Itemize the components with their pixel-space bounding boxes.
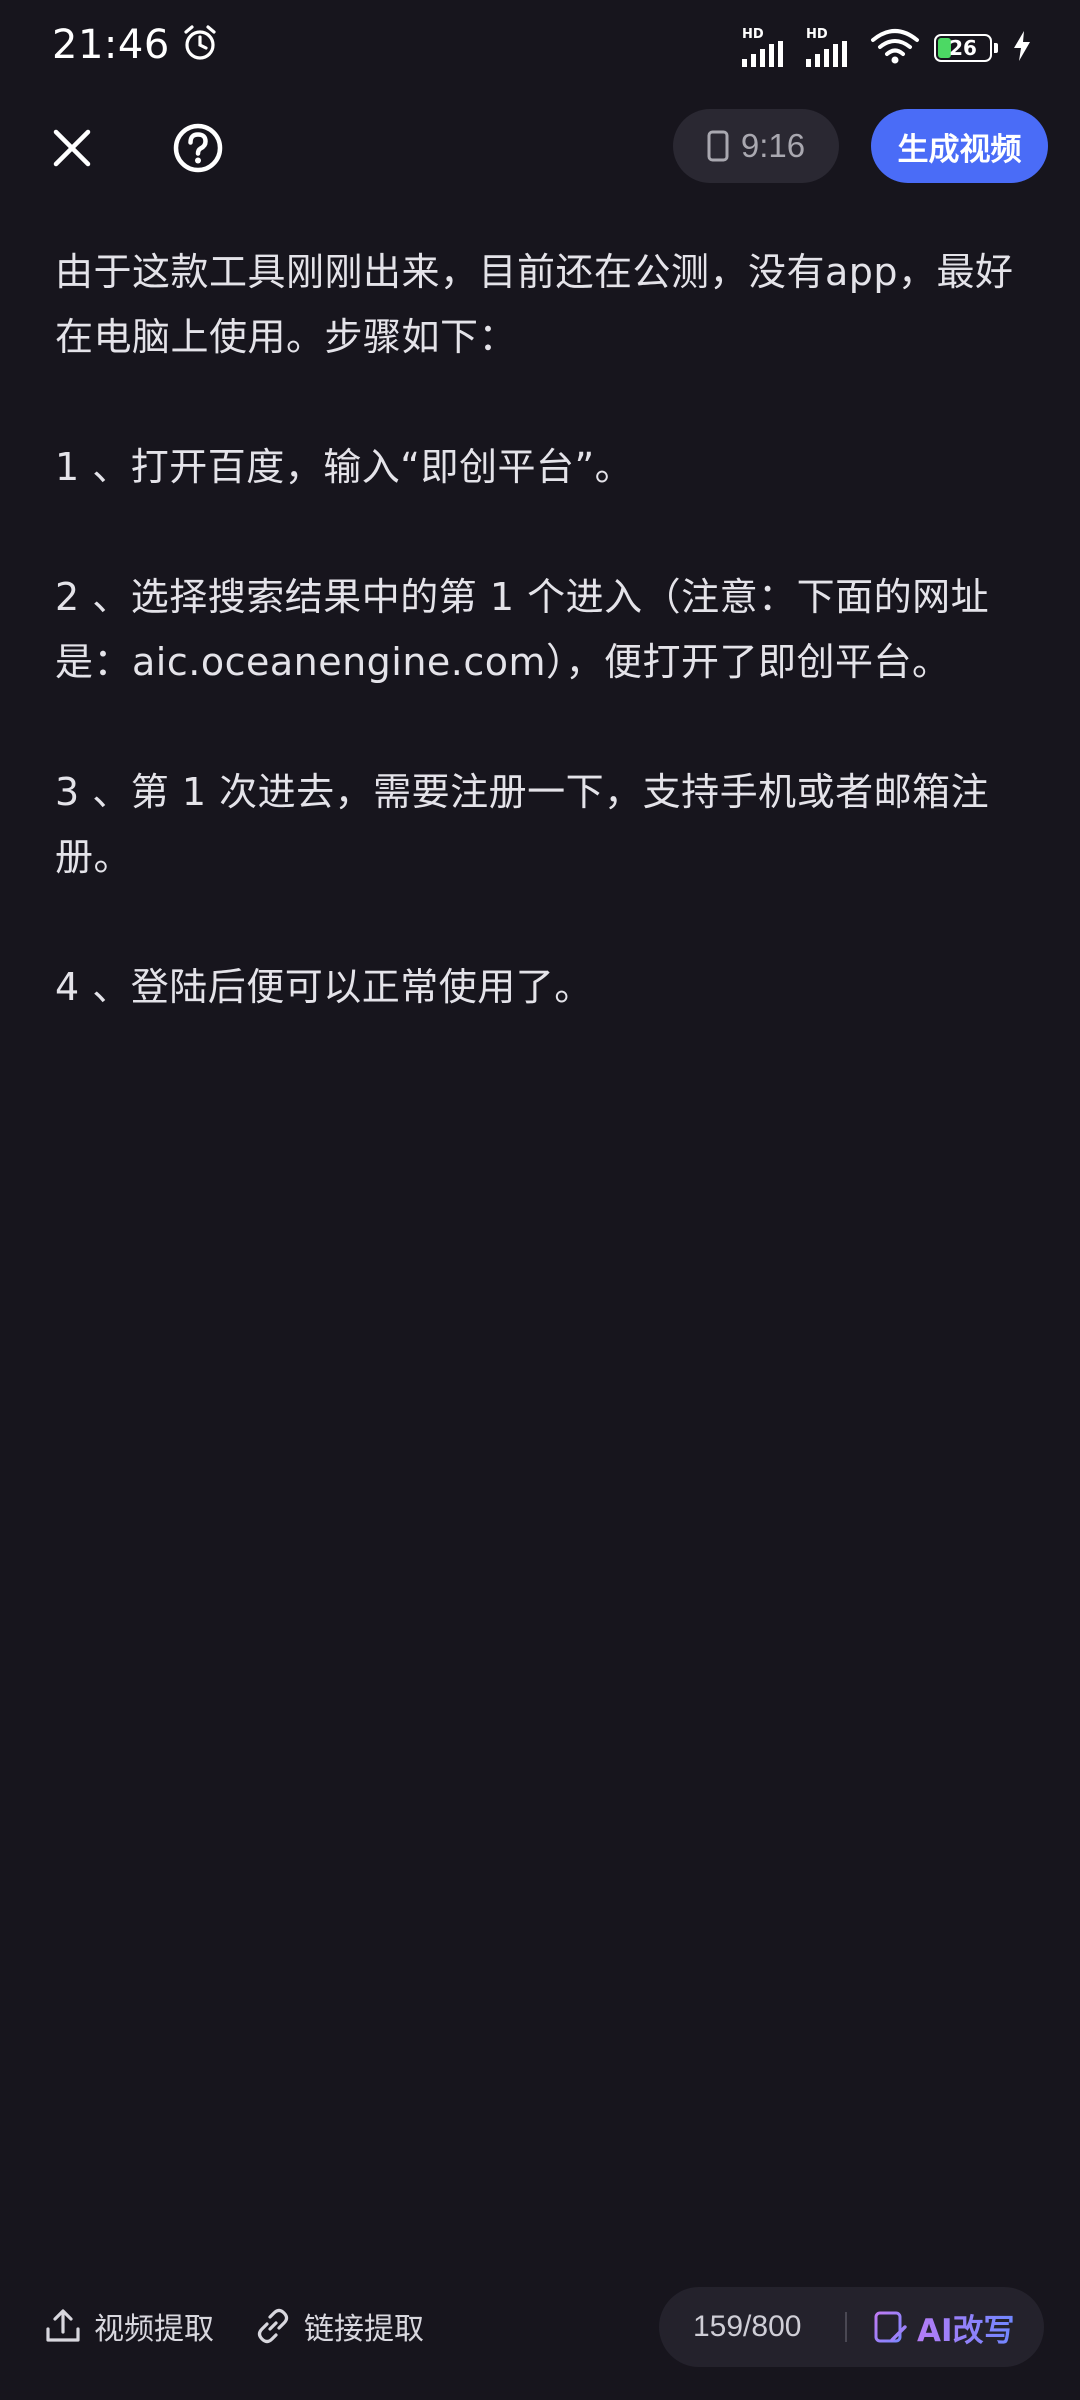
wifi-icon [870,28,920,68]
signal-icon: HD [742,27,792,67]
top-toolbar: 9:16 生成视频 [0,104,1080,188]
upload-icon [46,2309,80,2342]
signal-icon-2: HD [806,27,856,67]
aspect-ratio-button[interactable]: 9:16 [673,109,839,183]
script-paragraph: 2 、选择搜索结果中的第 1 个进入（注意：下面的网址是：aic.oceanen… [55,575,990,684]
script-paragraph: 1 、打开百度，输入“即创平台”。 [55,445,634,489]
link-icon [257,2308,289,2344]
status-time: 21:46 [52,22,170,68]
hd-label-2: HD [806,27,828,42]
generate-video-label: 生成视频 [897,131,1022,168]
battery-icon: 26 [934,34,998,62]
ai-rewrite-icon [874,2311,907,2343]
video-extract-button[interactable]: 视频提取 [44,2298,214,2354]
battery-body: 26 [934,34,992,62]
status-bar: 21:46 HD HD 26 [0,0,1080,104]
bottom-toolbar: 视频提取 链接提取 159/800 AI改写 [0,2282,1080,2372]
phone-icon [707,130,729,162]
link-extract-label: 链接提取 [304,2312,424,2347]
ai-rewrite-label: AI改写 [917,2305,1015,2350]
status-right: HD HD 26 [742,28,1032,68]
aspect-ratio-label: 9:16 [740,127,806,164]
help-icon [173,123,223,173]
battery-level: 26 [949,36,977,60]
script-text-editor[interactable]: 由于这款工具刚刚出来，目前还在公测，没有app，最好在电脑上使用。步骤如下： 1… [55,240,1035,1020]
status-left: 21:46 [52,22,220,68]
char-counter: 159/800 [693,2310,802,2343]
script-paragraph: 由于这款工具刚刚出来，目前还在公测，没有app，最好在电脑上使用。步骤如下： [55,250,1014,359]
link-extract-button[interactable]: 链接提取 [254,2298,424,2354]
generate-video-button[interactable]: 生成视频 [871,109,1048,183]
alarm-icon [180,23,220,67]
counter-pill: 159/800 AI改写 [659,2287,1044,2367]
charging-icon [1012,31,1032,65]
close-icon [53,129,91,167]
hd-label: HD [742,27,764,42]
help-button[interactable] [168,118,228,178]
ai-rewrite-button[interactable]: AI改写 [873,2305,1015,2350]
script-paragraph: 4 、登陆后便可以正常使用了。 [55,965,593,1009]
divider [845,2312,847,2342]
video-extract-label: 视频提取 [94,2312,214,2347]
close-button[interactable] [44,120,100,176]
script-paragraph: 3 、第 1 次进去，需要注册一下，支持手机或者邮箱注册。 [55,770,990,879]
battery-cap [994,43,998,53]
